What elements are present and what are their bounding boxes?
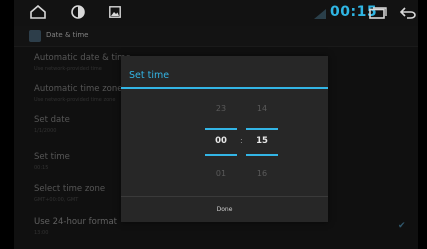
dialog-title: Set time	[129, 70, 170, 81]
hour-picker-bottom-line	[205, 154, 237, 156]
brightness-icon[interactable]	[71, 5, 85, 19]
minute-picker-prev[interactable]: 14	[244, 104, 280, 113]
minute-picker-next[interactable]: 16	[244, 169, 280, 178]
hour-picker-current[interactable]: 00	[203, 136, 239, 146]
minute-picker-top-line	[246, 128, 278, 130]
hour-picker-prev[interactable]: 23	[203, 104, 239, 113]
status-bar: 00:15	[14, 0, 418, 26]
dialog-title-divider	[121, 87, 328, 89]
recent-apps-icon[interactable]	[369, 7, 387, 19]
hour-picker-next[interactable]: 01	[203, 169, 239, 178]
time-separator: :	[240, 136, 243, 145]
screen: 00:15 Date & time Automatic date & time …	[14, 0, 418, 249]
done-button[interactable]: Done	[121, 197, 328, 222]
minute-picker-bottom-line	[246, 154, 278, 156]
minute-picker-current[interactable]: 15	[244, 136, 280, 146]
back-icon[interactable]	[400, 7, 416, 19]
device-frame: 00:15 Date & time Automatic date & time …	[0, 0, 427, 249]
set-time-dialog: Set time 23 00 01 : 14 15 16 Done	[121, 56, 328, 222]
hour-picker-top-line	[205, 128, 237, 130]
signal-icon	[314, 9, 326, 19]
home-icon[interactable]	[30, 5, 46, 19]
gallery-icon[interactable]	[109, 6, 121, 18]
